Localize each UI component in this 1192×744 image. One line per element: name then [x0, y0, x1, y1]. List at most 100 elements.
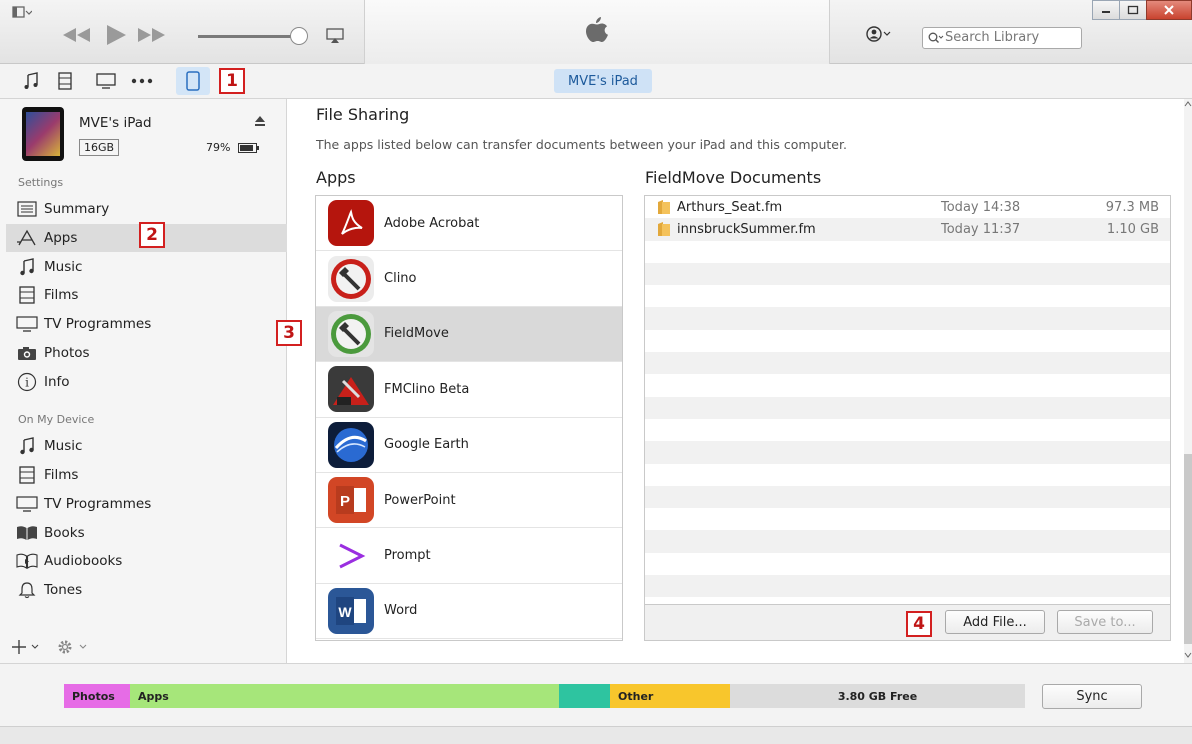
annotation-2: 2: [139, 222, 165, 248]
airplay-icon[interactable]: [326, 28, 344, 44]
app-row-fieldmove[interactable]: FieldMove: [316, 306, 622, 363]
sync-button[interactable]: Sync: [1042, 684, 1142, 709]
device-name-tab[interactable]: MVE's iPad: [554, 69, 652, 93]
scrollbar[interactable]: [1184, 99, 1192, 663]
empty-row: [645, 262, 1170, 286]
play-icon[interactable]: [104, 23, 128, 47]
empty-row: [645, 285, 1170, 307]
music-icon: [16, 258, 38, 276]
device-item-music[interactable]: Music: [16, 432, 281, 460]
add-file-button[interactable]: Add File...: [945, 610, 1045, 634]
app-row-google-earth[interactable]: Google Earth: [316, 417, 622, 473]
volume-knob[interactable]: [290, 27, 308, 45]
sidebar-item-label: Summary: [44, 201, 110, 217]
search-input[interactable]: Search Library: [922, 27, 1082, 49]
title-bar: Search Library: [0, 0, 1192, 64]
clino-icon: [328, 255, 374, 302]
app-name: Google Earth: [384, 437, 469, 453]
storage-apps-segment: Apps: [130, 684, 559, 708]
sidebar-toggle-icon[interactable]: [12, 6, 32, 20]
fast-forward-icon[interactable]: [136, 26, 168, 44]
document-name: Arthurs_Seat.fm: [677, 199, 783, 215]
apps-header: Apps: [316, 168, 356, 187]
volume-slider[interactable]: [198, 35, 298, 38]
sidebar-item-info[interactable]: i Info: [16, 368, 281, 396]
app-row-clino[interactable]: Clino: [316, 251, 622, 307]
add-icon[interactable]: [12, 639, 42, 655]
sidebar-item-label: Tones: [44, 582, 83, 598]
app-row-prompt[interactable]: Prompt: [316, 528, 622, 584]
device-item-books[interactable]: Books: [16, 519, 281, 547]
page-title: File Sharing: [316, 105, 410, 124]
status-bar: [0, 726, 1192, 744]
gear-icon[interactable]: [56, 638, 92, 656]
documents-header: FieldMove Documents: [645, 168, 822, 187]
window-controls: [1092, 0, 1192, 20]
close-button[interactable]: [1146, 0, 1192, 20]
battery-icon: [238, 143, 260, 153]
apple-logo-icon: [585, 17, 609, 45]
device-item-tones[interactable]: Tones: [16, 576, 281, 604]
account-icon[interactable]: [866, 26, 894, 42]
sidebar-item-label: Music: [44, 259, 83, 275]
films-tab-icon[interactable]: [58, 72, 72, 90]
scroll-up-arrow[interactable]: [1184, 101, 1192, 107]
eject-icon[interactable]: [254, 115, 266, 127]
battery-percent: 79%: [206, 141, 231, 154]
rewind-icon[interactable]: [60, 26, 92, 44]
sidebar-item-label: Music: [44, 438, 83, 454]
audiobook-icon: [16, 552, 38, 570]
scroll-down-arrow[interactable]: [1184, 652, 1192, 658]
device-item-audiobooks[interactable]: Audiobooks: [16, 547, 281, 575]
empty-row: [645, 485, 1170, 509]
on-my-device-header: On My Device: [18, 413, 95, 426]
sidebar-item-photos[interactable]: Photos: [16, 339, 281, 367]
annotation-4: 4: [906, 611, 932, 637]
app-name: FieldMove: [384, 326, 449, 342]
storage-other-label: Other: [618, 689, 654, 703]
document-name: innsbruckSummer.fm: [677, 221, 816, 237]
storage-free-label: 3.80 GB Free: [837, 689, 918, 703]
word-icon: W: [328, 587, 374, 634]
sidebar-item-label: Audiobooks: [44, 553, 123, 569]
save-to-button[interactable]: Save to...: [1057, 610, 1153, 634]
app-name: PowerPoint: [384, 492, 456, 508]
adobe-acrobat-icon: [328, 200, 374, 247]
music-icon: [16, 437, 38, 455]
search-icon: [928, 32, 944, 44]
tv-tab-icon[interactable]: [96, 73, 116, 89]
device-item-tv[interactable]: TV Programmes: [16, 490, 281, 518]
sidebar-item-tv[interactable]: TV Programmes: [16, 310, 281, 338]
empty-row: [645, 441, 1170, 464]
app-row-fmclino-beta[interactable]: FMClino Beta: [316, 362, 622, 418]
scroll-thumb[interactable]: [1184, 454, 1192, 644]
device-thumbnail: [22, 107, 64, 161]
device-tab-button[interactable]: [176, 67, 210, 95]
app-row-word[interactable]: W Word: [316, 583, 622, 640]
documents-list: Arthurs_Seat.fm Today 14:38 97.3 MB inns…: [644, 195, 1171, 641]
storage-photos-label: Photos: [72, 689, 115, 703]
minimize-button[interactable]: [1092, 0, 1120, 20]
more-tab-icon[interactable]: [131, 78, 153, 84]
sidebar: MVE's iPad 16GB 79% Settings Summary App…: [0, 99, 287, 663]
sidebar-item-music[interactable]: Music: [16, 253, 281, 281]
document-date: Today 14:38: [941, 199, 1021, 215]
app-name: Prompt: [384, 548, 431, 564]
google-earth-icon: [328, 421, 374, 468]
app-row-powerpoint[interactable]: P PowerPoint: [316, 472, 622, 529]
maximize-button[interactable]: [1119, 0, 1147, 20]
sidebar-item-label: Films: [44, 467, 79, 483]
document-row[interactable]: innsbruckSummer.fm Today 11:37 1.10 GB: [645, 218, 1170, 241]
empty-row: [645, 553, 1170, 575]
app-row-adobe-acrobat[interactable]: Adobe Acrobat: [316, 196, 622, 252]
ipad-icon: [186, 71, 200, 91]
document-row[interactable]: Arthurs_Seat.fm Today 14:38 97.3 MB: [645, 196, 1170, 218]
sidebar-item-films[interactable]: Films: [16, 281, 281, 309]
music-tab-icon[interactable]: [24, 72, 38, 90]
sidebar-item-label: TV Programmes: [44, 316, 152, 332]
bell-icon: [16, 581, 38, 599]
tv-icon: [16, 495, 38, 513]
sidebar-item-summary[interactable]: Summary: [16, 195, 281, 223]
device-item-films[interactable]: Films: [16, 461, 281, 489]
sidebar-item-label: Photos: [44, 345, 90, 361]
